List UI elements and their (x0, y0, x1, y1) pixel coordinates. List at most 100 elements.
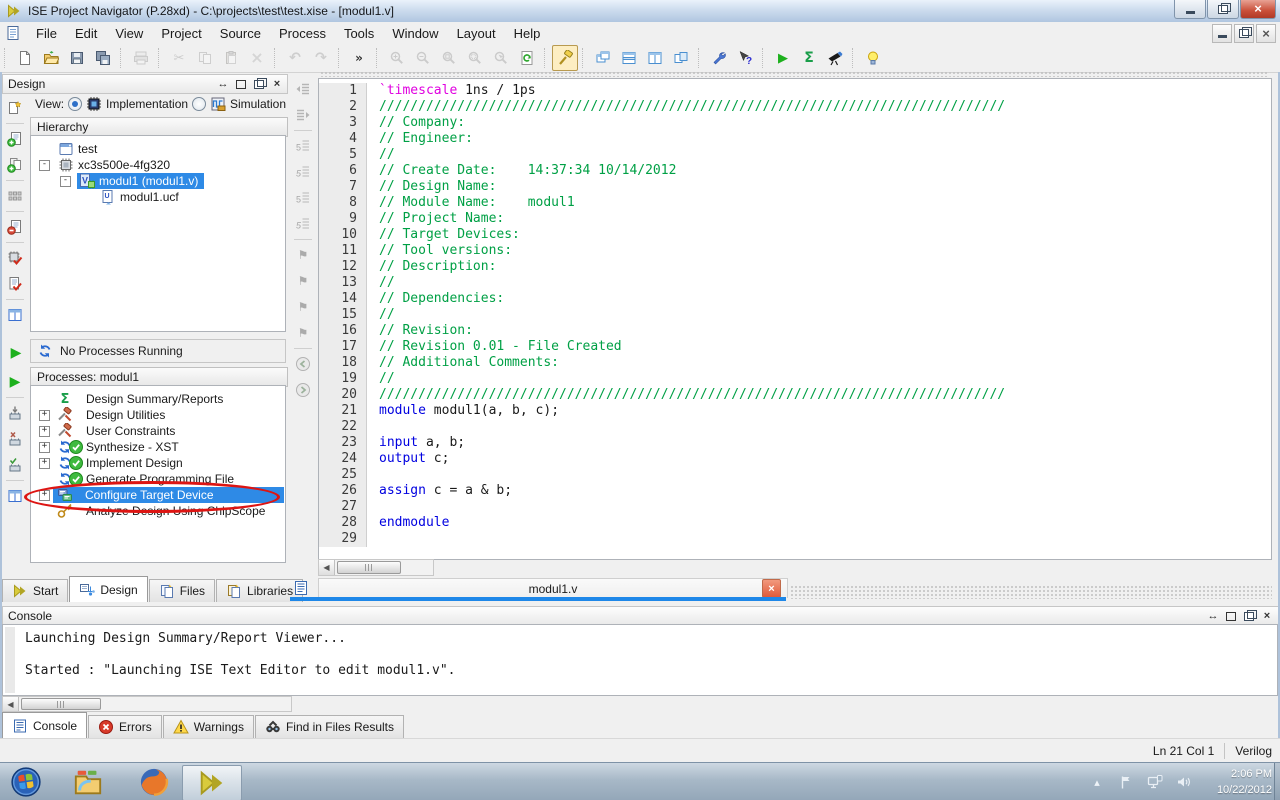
flag-button[interactable]: ⚑ (290, 268, 316, 294)
taskbar-clock[interactable]: 2:06 PM 10/22/2012 (1198, 766, 1272, 798)
expand-plus-icon[interactable]: + (39, 458, 50, 469)
view-columns-button[interactable] (2, 302, 28, 328)
zoom-in-button[interactable] (384, 45, 410, 71)
flag-button[interactable]: ⚑ (290, 242, 316, 268)
panel-close-button[interactable]: × (1260, 609, 1274, 623)
zoom-out-button[interactable] (410, 45, 436, 71)
title-bar[interactable]: ISE Project Navigator (P.28xd) - C:\proj… (0, 0, 1280, 23)
add-copy-button[interactable] (2, 152, 28, 178)
editor-hscroll-thumb[interactable] (337, 561, 401, 574)
tray-network[interactable] (1145, 770, 1165, 794)
view-columns-button[interactable] (2, 483, 28, 509)
panel-dock-button[interactable]: ↔ (1206, 609, 1220, 623)
show-desktop-button[interactable] (1274, 763, 1280, 800)
simulation-radio[interactable] (192, 97, 206, 111)
process-tree[interactable]: ΣDesign Summary/Reports+Design Utilities… (30, 385, 286, 563)
delete-button[interactable]: × (244, 45, 270, 71)
win-mixed-button[interactable] (668, 45, 694, 71)
pads-button[interactable] (2, 183, 28, 209)
mdi-close-button[interactable]: × (1256, 24, 1276, 43)
process-item[interactable]: Analyze Design Using ChipScope (31, 503, 285, 519)
refresh-button[interactable] (514, 45, 540, 71)
win-cascade-button[interactable] (590, 45, 616, 71)
win-tile-v-button[interactable] (642, 45, 668, 71)
scroll-left-arrow-icon[interactable]: ◀ (319, 560, 335, 575)
tab-errors[interactable]: Errors (88, 715, 162, 738)
processes-header[interactable]: Processes: modul1 (30, 367, 288, 387)
hierarchy-header[interactable]: Hierarchy (30, 117, 288, 137)
context-help-button[interactable]: ? (732, 45, 758, 71)
menu-project[interactable]: Project (152, 24, 210, 43)
doc-check-button[interactable] (2, 271, 28, 297)
run-button[interactable]: ▶ (770, 45, 796, 71)
panel-maximize-button[interactable] (234, 77, 248, 91)
expand-plus-icon[interactable]: + (39, 490, 50, 501)
panel-dock-button[interactable]: ↔ (216, 77, 230, 91)
new-document-button[interactable] (12, 45, 38, 71)
process-item[interactable]: ΣDesign Summary/Reports (31, 391, 285, 407)
menu-tools[interactable]: Tools (335, 24, 383, 43)
tray-up[interactable]: ▴ (1087, 770, 1107, 794)
tab-design[interactable]: Design (69, 576, 147, 602)
panel-float-button[interactable] (252, 77, 266, 91)
console-panel-header[interactable]: Console ↔× (2, 606, 1280, 626)
panel-float-button[interactable] (1242, 609, 1256, 623)
new-source-button[interactable] (2, 95, 28, 121)
code-editor[interactable]: 1`timescale 1ns / 1ps2//////////////////… (318, 78, 1272, 560)
nav-forward-button[interactable] (290, 377, 316, 403)
indent-button[interactable] (290, 102, 316, 128)
console-hscroll-thumb[interactable] (21, 698, 101, 710)
tab-files[interactable]: Files (149, 579, 215, 602)
run-play-button[interactable]: ▶ (2, 369, 28, 395)
print-button[interactable] (128, 45, 154, 71)
hierarchy-item[interactable]: -Vmodul1 (modul1.v) (31, 173, 285, 189)
tab-warnings[interactable]: Warnings (163, 715, 254, 738)
process-item[interactable]: +Implement Design (31, 455, 285, 471)
flag-button[interactable]: ⚑ (290, 294, 316, 320)
tray-flag[interactable] (1116, 770, 1136, 794)
circuit-x-button[interactable] (2, 426, 28, 452)
start-button[interactable] (4, 765, 48, 799)
linenum-button[interactable]: 5 (290, 185, 316, 211)
menu-process[interactable]: Process (270, 24, 335, 43)
process-item[interactable]: Generate Programming File (31, 471, 285, 487)
wrench-button[interactable] (706, 45, 732, 71)
panel-close-button[interactable]: × (270, 77, 284, 91)
tab-console[interactable]: Console (2, 712, 87, 738)
menu-help[interactable]: Help (505, 24, 550, 43)
console-output[interactable]: Launching Design Summary/Report Viewer..… (2, 624, 1278, 696)
menu-window[interactable]: Window (383, 24, 447, 43)
circuit-down-button[interactable] (2, 400, 28, 426)
sigma-button[interactable]: Σ (796, 45, 822, 71)
window-close-button[interactable]: × (1240, 0, 1276, 19)
console-hscrollbar[interactable]: ◀ (2, 696, 292, 712)
hierarchy-item[interactable]: Umodul1.ucf (31, 189, 285, 205)
redo-button[interactable]: ↷ (308, 45, 334, 71)
process-item[interactable]: +Synthesize - XST (31, 439, 285, 455)
explorer-button[interactable] (62, 765, 114, 799)
editor-tab[interactable]: modul1.v (318, 578, 788, 598)
outdent-button[interactable] (290, 76, 316, 102)
menu-layout[interactable]: Layout (448, 24, 505, 43)
console-scroll-left-arrow-icon[interactable]: ◀ (3, 697, 19, 711)
panel-maximize-button[interactable] (1224, 609, 1238, 623)
win-tile-h-button[interactable] (616, 45, 642, 71)
remove-source-button[interactable] (2, 214, 28, 240)
zoom-cursor-button[interactable] (488, 45, 514, 71)
linenum5-button[interactable]: 5 (290, 211, 316, 237)
circuit-check-button[interactable] (2, 452, 28, 478)
process-item[interactable]: +Design Utilities (31, 407, 285, 423)
cut-button[interactable]: ✂ (166, 45, 192, 71)
zoom-region-button[interactable] (462, 45, 488, 71)
tray-audio[interactable] (1174, 770, 1194, 794)
expand-plus-icon[interactable]: + (39, 410, 50, 421)
tab-start[interactable]: Start (2, 579, 68, 602)
expand-plus-icon[interactable]: + (39, 442, 50, 453)
editor-tab-close-icon[interactable]: × (762, 579, 781, 598)
tab-find-in-files-results[interactable]: Find in Files Results (255, 715, 404, 738)
window-minimize-button[interactable] (1174, 0, 1206, 19)
implementation-radio[interactable] (68, 97, 82, 111)
ise-taskbar-button[interactable] (182, 765, 242, 800)
open-folder-button[interactable] (38, 45, 64, 71)
design-panel-header[interactable]: Design ↔× (2, 74, 288, 94)
